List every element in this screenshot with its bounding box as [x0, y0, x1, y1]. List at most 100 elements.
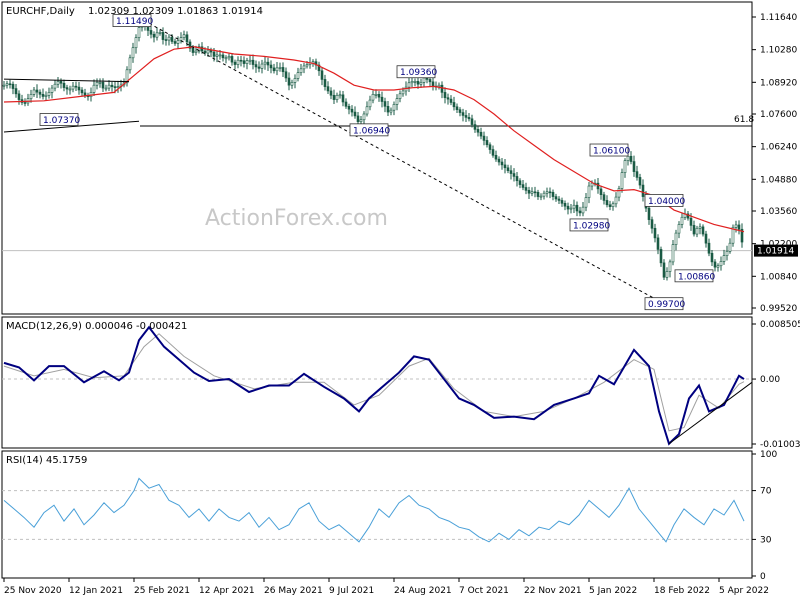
candle-body: [305, 64, 309, 67]
candle-body: [35, 89, 39, 93]
candle-body: [98, 82, 102, 84]
candle-body: [659, 249, 663, 264]
macd-y-tick-label: 0.00: [760, 375, 780, 385]
candle-body: [611, 203, 615, 207]
chart-canvas: ActionForex.com EURCHF,Daily 1.02309 1.0…: [1, 1, 800, 596]
x-tick-label: 26 May 2021: [264, 586, 323, 596]
candle-body: [191, 47, 195, 53]
candle-body: [185, 34, 189, 43]
candle-body: [170, 36, 174, 42]
candle-body: [29, 94, 33, 99]
candle-body: [110, 84, 114, 87]
rsi-y-tick-label: 30: [760, 535, 772, 545]
candle-body: [11, 83, 15, 89]
candle-body: [212, 51, 216, 57]
rsi-y-tick-label: 100: [760, 450, 777, 460]
candle-body: [77, 86, 81, 91]
candle-body: [329, 90, 333, 96]
x-tick-label: 22 Nov 2021: [524, 586, 582, 596]
candle-body: [131, 47, 135, 59]
candle-body: [380, 96, 384, 102]
candle-body: [32, 89, 36, 95]
candle-body: [665, 271, 669, 278]
candle-body: [515, 176, 519, 182]
candle-body: [8, 83, 12, 86]
chart-window: ActionForex.com EURCHF,Daily 1.02309 1.0…: [0, 0, 800, 600]
candle-body: [128, 57, 132, 71]
rsi-grid: [2, 490, 752, 540]
dashed-trend-line: [143, 20, 665, 305]
candle-body: [455, 106, 459, 110]
macd-y-tick-label: 0.008505: [760, 320, 800, 330]
candle-body: [428, 79, 432, 83]
candle-body: [83, 92, 87, 96]
candle-body: [164, 39, 168, 41]
candle-body: [680, 216, 684, 225]
candle-body: [275, 67, 279, 72]
candle-body: [635, 171, 639, 178]
candle-body: [734, 224, 738, 228]
candle-body: [332, 94, 336, 100]
candle-body: [485, 140, 489, 146]
candle-body: [338, 94, 342, 97]
candle-body: [623, 160, 627, 173]
candle-body: [626, 155, 630, 161]
candle-body: [281, 67, 285, 73]
candle-body: [383, 101, 387, 107]
candle-body: [179, 37, 183, 41]
macd-y-axis: 0.008505 0.00 -0.010034: [752, 320, 800, 450]
candle-body: [536, 191, 540, 197]
candle-body: [719, 261, 723, 267]
candle-body: [335, 94, 339, 100]
candle-body: [74, 85, 78, 88]
candle-body: [158, 32, 162, 34]
candle-body: [476, 129, 480, 133]
candle-body: [17, 93, 21, 100]
macd-lines: [3, 325, 753, 446]
rsi-title: RSI(14) 45.1759: [6, 455, 87, 466]
candle-body: [341, 94, 345, 103]
ma-line: [3, 46, 745, 233]
candle-body: [161, 32, 165, 40]
candle-body: [710, 252, 714, 263]
candle-body: [23, 102, 27, 104]
candle-body: [149, 30, 153, 35]
candle-body: [668, 261, 672, 272]
candle-body: [497, 158, 501, 163]
candle-body: [230, 56, 234, 63]
candle-body: [509, 170, 513, 174]
x-tick-label: 5 Apr 2022: [719, 586, 769, 596]
price-candles: [2, 20, 744, 281]
candle-body: [152, 33, 156, 38]
candle-body: [392, 104, 396, 111]
candle-body: [698, 226, 702, 229]
price-y-tick-label: 1.11640: [760, 13, 797, 23]
price-annotation-label: 1.09360: [400, 68, 437, 78]
candle-body: [356, 115, 360, 122]
x-tick-label: 12 Jan 2021: [69, 586, 123, 596]
candle-body: [386, 106, 390, 113]
rsi-panel-frame: [1, 450, 753, 579]
candle-body: [473, 124, 477, 130]
candle-body: [248, 59, 252, 62]
x-tick-label: 5 Jan 2022: [589, 586, 637, 596]
macd-signal-line: [3, 333, 745, 432]
candle-body: [545, 191, 549, 194]
candle-body: [581, 206, 585, 214]
candle-body: [95, 82, 99, 86]
candle-body: [350, 108, 354, 113]
candle-body: [620, 172, 624, 189]
candle-body: [116, 86, 120, 88]
candle-body: [722, 255, 726, 262]
candle-body: [572, 204, 576, 209]
candle-body: [737, 224, 741, 230]
candle-body: [389, 109, 393, 113]
candle-body: [362, 113, 366, 121]
rsi-line: [3, 477, 745, 543]
candle-body: [221, 54, 225, 59]
candle-body: [701, 226, 705, 235]
price-annotation-label: 1.06940: [353, 126, 390, 136]
channel-top-line: [3, 78, 130, 83]
x-tick-label: 18 Feb 2022: [654, 586, 710, 596]
candle-body: [449, 98, 453, 103]
